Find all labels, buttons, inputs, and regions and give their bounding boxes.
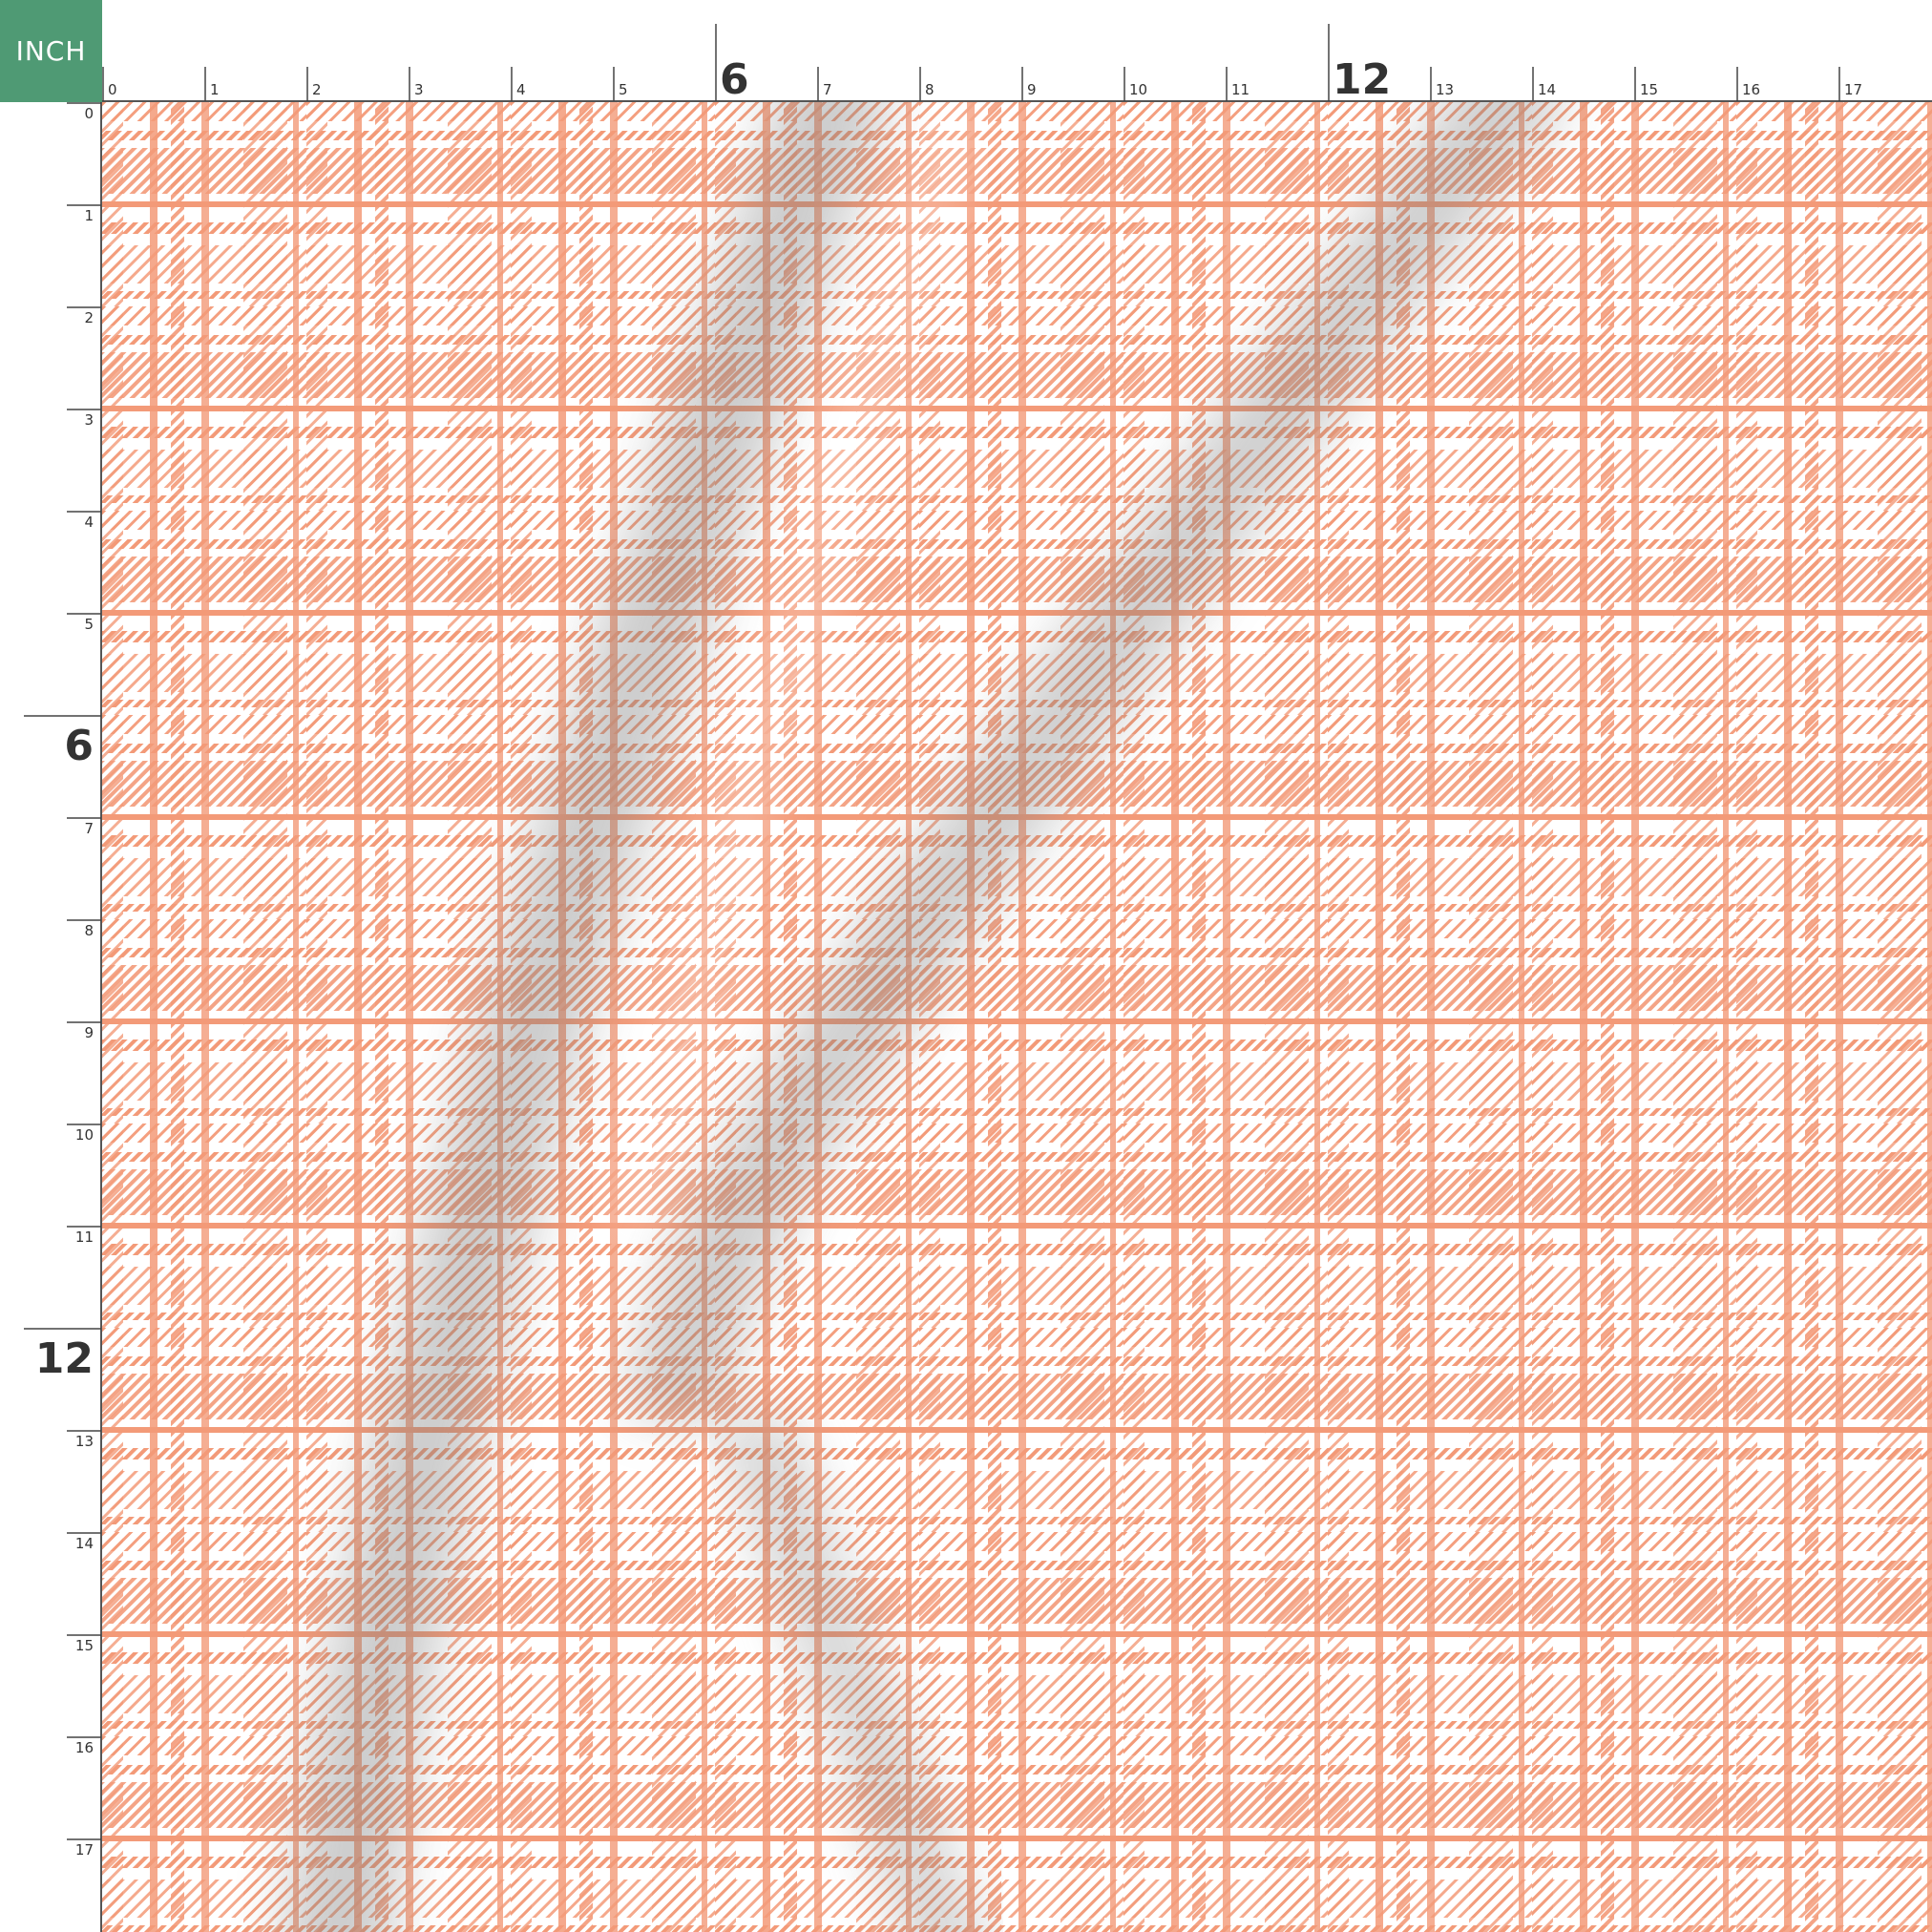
top-ruler-label: 5: [619, 81, 628, 98]
left-ruler-label: 3: [84, 411, 94, 429]
left-ruler-label: 6: [64, 722, 94, 770]
top-ruler-label: 6: [720, 55, 749, 102]
top-ruler-label: 9: [1027, 81, 1037, 98]
left-ruler-label: 15: [75, 1637, 94, 1654]
top-ruler-label: 8: [925, 81, 934, 98]
top-ruler-label: 15: [1640, 81, 1658, 98]
left-ruler-label: 5: [84, 616, 94, 633]
left-ruler-label: 12: [35, 1334, 94, 1383]
left-ruler-label: 16: [75, 1739, 94, 1756]
left-ruler-label: 4: [84, 514, 94, 531]
left-ruler-label: 13: [75, 1433, 94, 1450]
left-ruler-label: 11: [75, 1228, 94, 1246]
left-ruler-label: 14: [75, 1535, 94, 1552]
top-ruler-scale: 0 1 2 3 4 5 6 7 8 9 10 11 12 13 14 15 16 17: [102, 24, 1932, 102]
top-ruler-label: 7: [823, 81, 832, 98]
unit-badge: INCH: [0, 0, 102, 102]
left-ruler-label: 1: [84, 207, 94, 224]
left-ruler-label: 2: [84, 309, 94, 326]
top-ruler-label: 12: [1333, 55, 1391, 102]
top-ruler-label: 14: [1538, 81, 1556, 98]
left-ruler: 0 1 2 3 4 5 6 7 8 9 10 11 12 13 14 15 16 17: [0, 102, 102, 1932]
top-ruler-label: 13: [1436, 81, 1454, 98]
top-ruler-label: 10: [1129, 81, 1147, 98]
unit-label: INCH: [15, 35, 87, 67]
top-ruler-label: 4: [516, 81, 526, 98]
left-ruler-scale: 01234567891011121314151617: [24, 102, 102, 1932]
top-ruler: 0 1 2 3 4 5 6 7 8 9 10 11 12 13 14 15 16 17: [102, 0, 1932, 102]
top-ruler-label: 17: [1844, 81, 1862, 98]
left-ruler-label: 10: [75, 1126, 94, 1144]
left-ruler-label: 9: [84, 1024, 94, 1041]
top-ruler-label: 16: [1742, 81, 1760, 98]
left-ruler-label: 17: [75, 1841, 94, 1858]
top-ruler-label: 3: [414, 81, 424, 98]
top-ruler-label: 2: [312, 81, 322, 98]
left-ruler-label: 8: [84, 922, 94, 939]
plaid-fabric-image: [102, 102, 1932, 1932]
top-ruler-label: 11: [1231, 81, 1250, 98]
left-ruler-label: 0: [84, 105, 94, 122]
fabric-swatch: [102, 102, 1932, 1932]
left-ruler-label: 7: [84, 820, 94, 837]
top-ruler-label: 1: [210, 81, 220, 98]
top-ruler-label: 0: [108, 81, 117, 98]
